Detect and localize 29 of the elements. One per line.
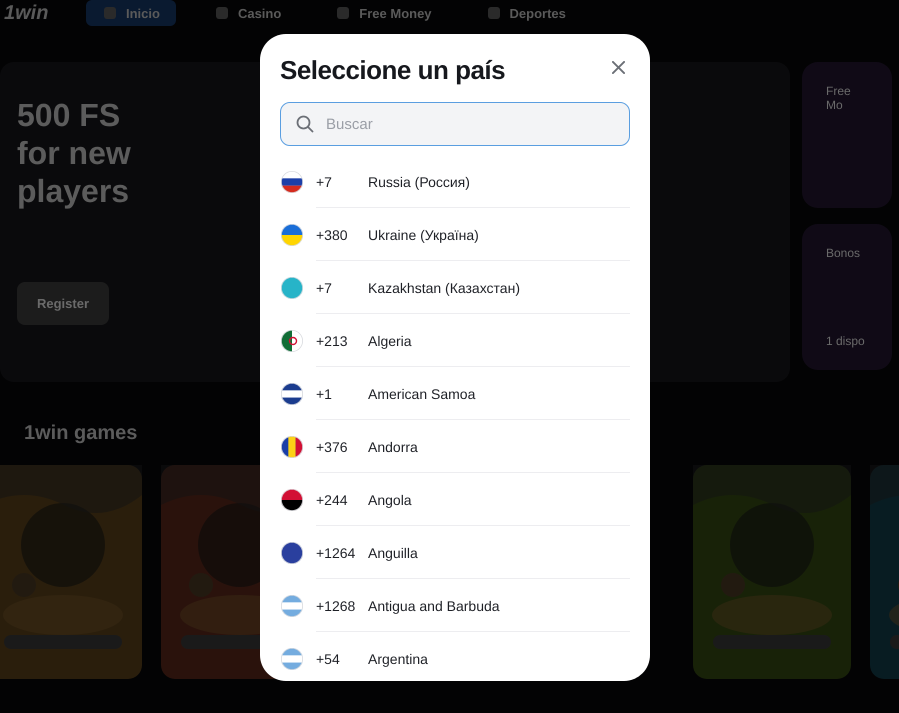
country-name: Argentina (368, 651, 428, 667)
promo-card[interactable]: Bonos 1 dispo (802, 224, 892, 370)
promo-title: Bonos (826, 246, 862, 260)
dial-code: +380 (316, 227, 349, 243)
country-name: American Samoa (368, 386, 476, 402)
country-name: Andorra (368, 439, 418, 455)
dial-code: +1 (316, 386, 333, 402)
search-field[interactable]: Buscar (280, 102, 630, 146)
dial-code: +213 (316, 333, 349, 349)
dial-code: +7 (316, 280, 333, 296)
section-title: 1win games (24, 422, 138, 445)
country-name: Angola (368, 492, 412, 508)
country-name: Algeria (368, 333, 412, 349)
hero-title: 500 FS for new players (17, 96, 132, 210)
dial-code: +7 (316, 174, 333, 190)
promo-card[interactable]: Free Mo (802, 62, 892, 208)
dial-code: +244 (316, 492, 349, 508)
country-name: Anguilla (368, 545, 418, 561)
country-name: Kazakhstan (Казахстан) (368, 280, 520, 296)
country-name: Russia (Россия) (368, 174, 470, 190)
dial-code: +376 (316, 439, 349, 455)
promo-title: Free Mo (826, 84, 852, 112)
dial-code: +54 (316, 651, 341, 667)
dialog-title: Seleccione un país (280, 54, 506, 86)
promo-note: 1 dispo (826, 334, 866, 348)
country-name: Antigua and Barbuda (368, 598, 500, 614)
dial-code: +1264 (316, 545, 356, 561)
country-name: Ukraine (Україна) (368, 227, 479, 243)
dial-code: +1268 (316, 598, 356, 614)
